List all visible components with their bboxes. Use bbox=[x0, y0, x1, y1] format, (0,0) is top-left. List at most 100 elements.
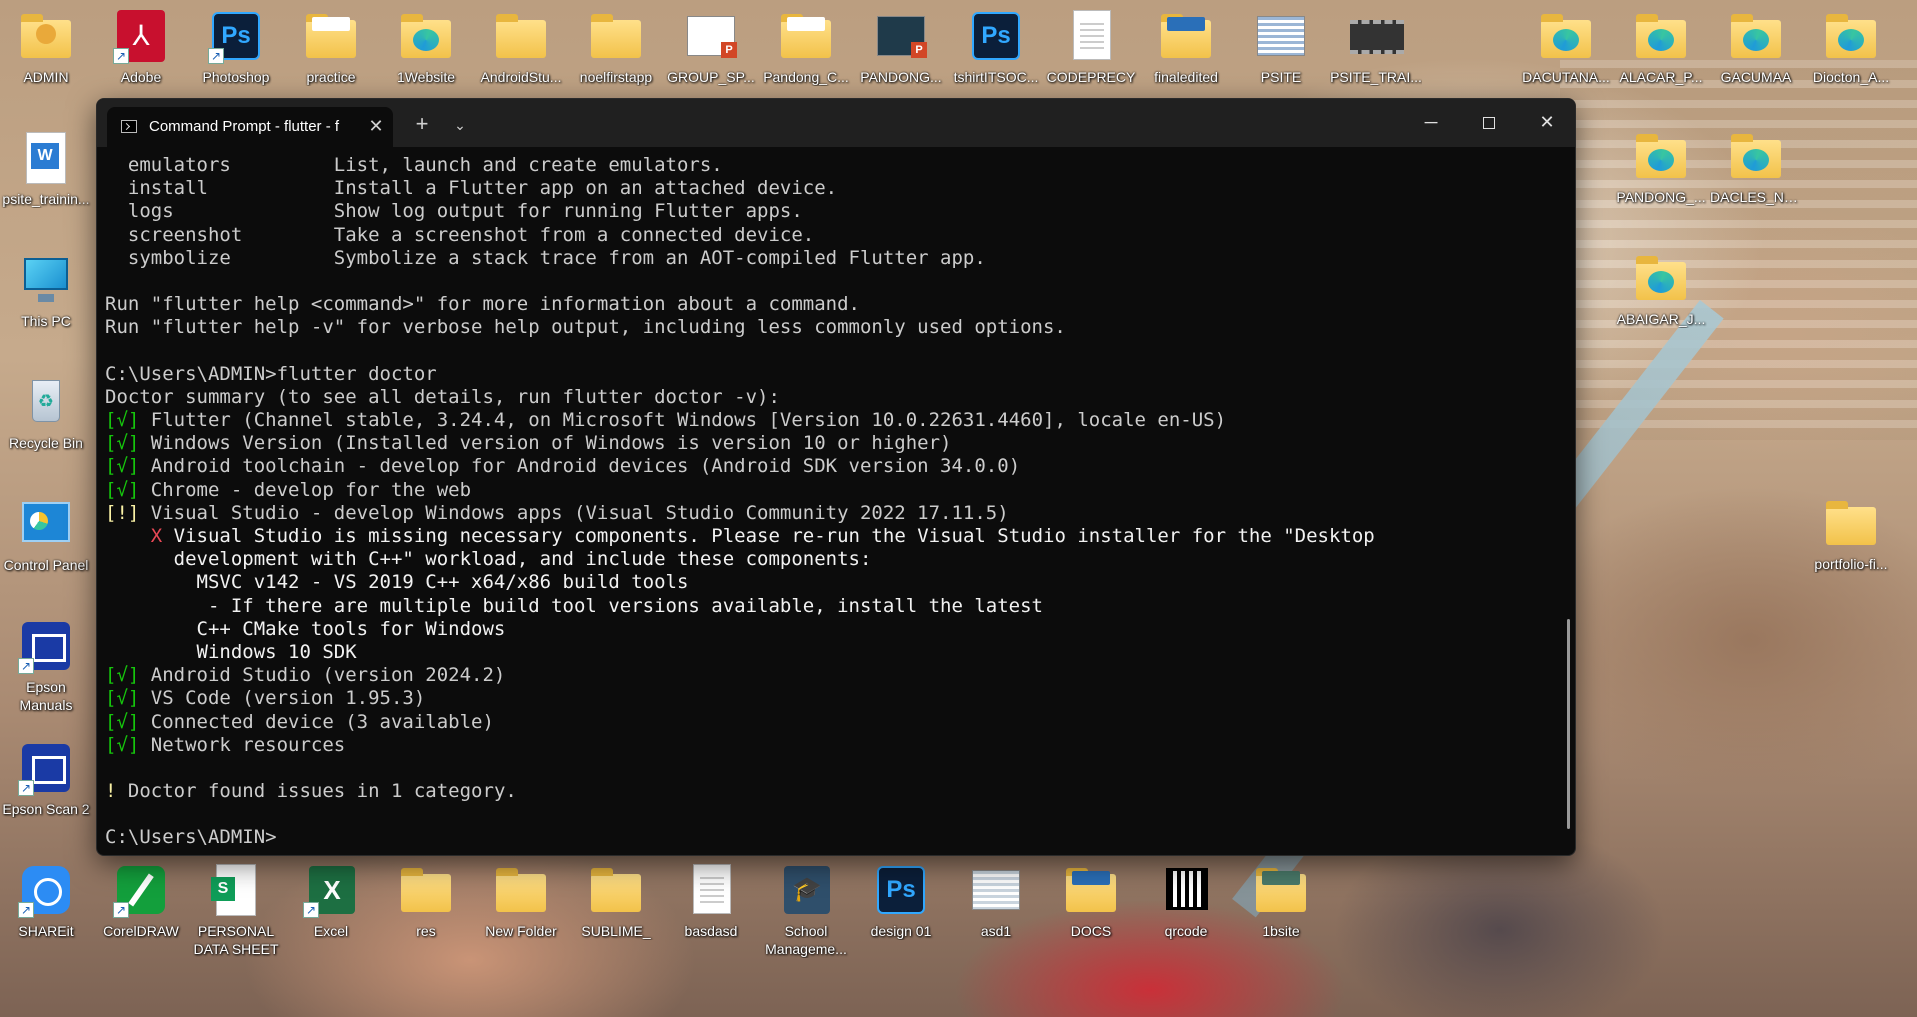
desktop-icon-portfolio[interactable]: portfolio-fi... bbox=[1805, 495, 1897, 573]
photoshop-icon: Ps bbox=[873, 862, 929, 918]
terminal-line: X Visual Studio is missing necessary com… bbox=[105, 525, 1560, 548]
maximize-button[interactable] bbox=[1460, 99, 1518, 145]
desktop-icon-alacar[interactable]: ALACAR_P... bbox=[1615, 8, 1707, 86]
tab-close-button[interactable]: ✕ bbox=[365, 115, 387, 137]
status-mark: [√] bbox=[105, 409, 140, 432]
desktop-icon-label: finaledited bbox=[1154, 69, 1218, 85]
desktop-icon-adobe[interactable]: ⅄ ↗ Adobe bbox=[95, 8, 187, 86]
sheets-file-icon bbox=[208, 862, 264, 918]
terminal-text: Visual Studio is missing necessary compo… bbox=[162, 525, 1375, 547]
qr-code-icon bbox=[1158, 862, 1214, 918]
desktop-icon-androidstudio[interactable]: AndroidStu... bbox=[475, 8, 567, 86]
terminal-line: [√] Android Studio (version 2024.2) bbox=[105, 664, 1560, 687]
desktop-icon-group-sp[interactable]: P GROUP_SP... bbox=[665, 8, 757, 86]
desktop-icon-label: CorelDRAW bbox=[103, 923, 179, 939]
tab-dropdown-button[interactable]: ⌄ bbox=[447, 112, 473, 138]
status-mark: [√] bbox=[105, 733, 140, 756]
desktop-icon-photoshop[interactable]: Ps ↗ Photoshop bbox=[190, 8, 282, 86]
desktop-icon-excel[interactable]: X ↗ Excel bbox=[285, 862, 377, 940]
terminal-line: screenshot Take a screenshot from a conn… bbox=[105, 224, 1560, 247]
desktop-icon-pandong-c[interactable]: Pandong_C... bbox=[760, 8, 852, 86]
terminal-text: Android Studio (version 2024.2) bbox=[139, 664, 506, 687]
desktop-icon-label: DACLES_NE... bbox=[1710, 189, 1802, 205]
terminal-line: [√] VS Code (version 1.95.3) bbox=[105, 687, 1560, 710]
desktop-icon-qrcode[interactable]: qrcode bbox=[1140, 862, 1232, 940]
desktop-icon-sublime[interactable]: SUBLIME_ bbox=[570, 862, 662, 940]
tab-command-prompt[interactable]: Command Prompt - flutter - f ✕ bbox=[107, 107, 393, 147]
terminal-line: Run "flutter help <command>" for more in… bbox=[105, 293, 1560, 316]
desktop-icon-1bsite[interactable]: 1bsite bbox=[1235, 862, 1327, 940]
desktop-icon-psite-training[interactable]: PSITE_TRAI... bbox=[1330, 8, 1422, 86]
school-app-icon: 🎓 bbox=[778, 862, 834, 918]
desktop-icon-res[interactable]: res bbox=[380, 862, 472, 940]
desktop-icon-psite[interactable]: PSITE bbox=[1235, 8, 1327, 86]
desktop-icon-dacles[interactable]: DACLES_NE... bbox=[1710, 128, 1802, 206]
desktop-icon-docs[interactable]: DOCS bbox=[1045, 862, 1137, 940]
status-mark: [√] bbox=[105, 455, 140, 478]
desktop-icon-pandong-folder[interactable]: PANDONG_... bbox=[1615, 128, 1707, 206]
adobe-pdf-icon: ⅄ ↗ bbox=[113, 8, 169, 64]
edge-folder-icon bbox=[1823, 8, 1879, 64]
desktop-icon-finaledited[interactable]: finaledited bbox=[1140, 8, 1232, 86]
close-button[interactable]: ✕ bbox=[1518, 99, 1575, 145]
desktop-icon-coreldraw[interactable]: ↗ CorelDRAW bbox=[95, 862, 187, 940]
new-tab-button[interactable]: + bbox=[409, 112, 435, 138]
desktop-icon-diocton[interactable]: Diocton_A... bbox=[1805, 8, 1897, 86]
desktop-icon-label: New Folder bbox=[485, 923, 557, 939]
desktop-icon-recycle-bin[interactable]: ♻ Recycle Bin bbox=[0, 374, 92, 452]
folder-icon bbox=[493, 8, 549, 64]
desktop-icon-label: ADMIN bbox=[23, 69, 69, 85]
computer-icon bbox=[18, 252, 74, 308]
user-folder-icon bbox=[18, 8, 74, 64]
folder-icon bbox=[588, 862, 644, 918]
desktop-icon-pandong-ppt[interactable]: P PANDONG... bbox=[855, 8, 947, 86]
terminal-line: Run "flutter help -v" for verbose help o… bbox=[105, 316, 1560, 339]
desktop-icon-codeprecy[interactable]: CODEPRECY bbox=[1045, 8, 1137, 86]
desktop-icon-practice[interactable]: practice bbox=[285, 8, 377, 86]
command-prompt-window[interactable]: Command Prompt - flutter - f ✕ + ⌄ ─ ✕ e… bbox=[96, 98, 1576, 856]
desktop-icon-new-folder[interactable]: New Folder bbox=[475, 862, 567, 940]
desktop-icon-gacumaa[interactable]: GACUMAA bbox=[1710, 8, 1802, 86]
desktop-icon-label: DACUTANA... bbox=[1522, 69, 1610, 85]
status-mark: X bbox=[150, 525, 163, 547]
powerpoint-file-icon: P bbox=[873, 8, 929, 64]
desktop-icon-dacutana[interactable]: DACUTANA... bbox=[1520, 8, 1612, 86]
desktop-icon-this-pc[interactable]: This PC bbox=[0, 252, 92, 330]
desktop-icon-design-01[interactable]: Ps design 01 bbox=[855, 862, 947, 940]
desktop-icon-school-management[interactable]: 🎓 School Manageme... bbox=[760, 862, 852, 958]
terminal-text: C++ CMake tools for Windows bbox=[105, 617, 506, 640]
terminal-text: C:\Users\ADMIN> bbox=[105, 826, 277, 849]
desktop-icon-admin[interactable]: ADMIN bbox=[0, 8, 92, 86]
desktop-icon-tshirt[interactable]: Ps tshirtITSOC... bbox=[950, 8, 1042, 86]
desktop-icon-epson-scan[interactable]: ↗ Epson Scan 2 bbox=[0, 740, 92, 818]
desktop-icon-abaigar[interactable]: ABAIGAR_J... bbox=[1615, 250, 1707, 328]
desktop-icon-personal-data-sheet[interactable]: PERSONAL DATA SHEET bbox=[190, 862, 282, 958]
scrollbar[interactable] bbox=[1567, 619, 1570, 829]
recycle-bin-icon: ♻ bbox=[18, 374, 74, 430]
desktop-icon-label: practice bbox=[306, 69, 356, 85]
desktop-icon-epson-manuals[interactable]: ↗ Epson Manuals bbox=[0, 618, 92, 714]
desktop-icon-asd1[interactable]: asd1 bbox=[950, 862, 1042, 940]
terminal-line: [√] Flutter (Channel stable, 3.24.4, on … bbox=[105, 409, 1560, 432]
document-icon bbox=[1063, 8, 1119, 64]
title-bar[interactable]: Command Prompt - flutter - f ✕ + ⌄ ─ ✕ bbox=[97, 99, 1575, 147]
desktop-icon-control-panel[interactable]: Control Panel bbox=[0, 496, 92, 574]
coreldraw-icon: ↗ bbox=[113, 862, 169, 918]
edge-folder-icon bbox=[1728, 128, 1784, 184]
terminal-output[interactable]: emulators List, launch and create emulat… bbox=[105, 154, 1560, 849]
desktop-icon-basdasd[interactable]: basdasd bbox=[665, 862, 757, 940]
terminal-text: install Install a Flutter app on an atta… bbox=[105, 177, 838, 200]
desktop-icon-label: 1bsite bbox=[1262, 923, 1300, 939]
desktop-icon-noelfirstapp[interactable]: noelfirstapp bbox=[570, 8, 662, 86]
epson-manuals-icon: ↗ bbox=[18, 618, 74, 674]
terminal-text: MSVC v142 - VS 2019 C++ x64/x86 build to… bbox=[105, 571, 689, 594]
wallpaper-stripes bbox=[1560, 60, 1917, 440]
desktop-icon-label: PSITE bbox=[1260, 69, 1302, 85]
desktop-icon-shareit[interactable]: ↗ SHAREit bbox=[0, 862, 92, 940]
desktop-icon-1website[interactable]: 1Website bbox=[380, 8, 472, 86]
minimize-button[interactable]: ─ bbox=[1402, 99, 1460, 145]
desktop-icon-psite-training-doc[interactable]: psite_trainin... bbox=[0, 130, 92, 208]
terminal-text: Chrome - develop for the web bbox=[139, 478, 472, 501]
desktop-icon-label: Diocton_A... bbox=[1812, 69, 1890, 85]
